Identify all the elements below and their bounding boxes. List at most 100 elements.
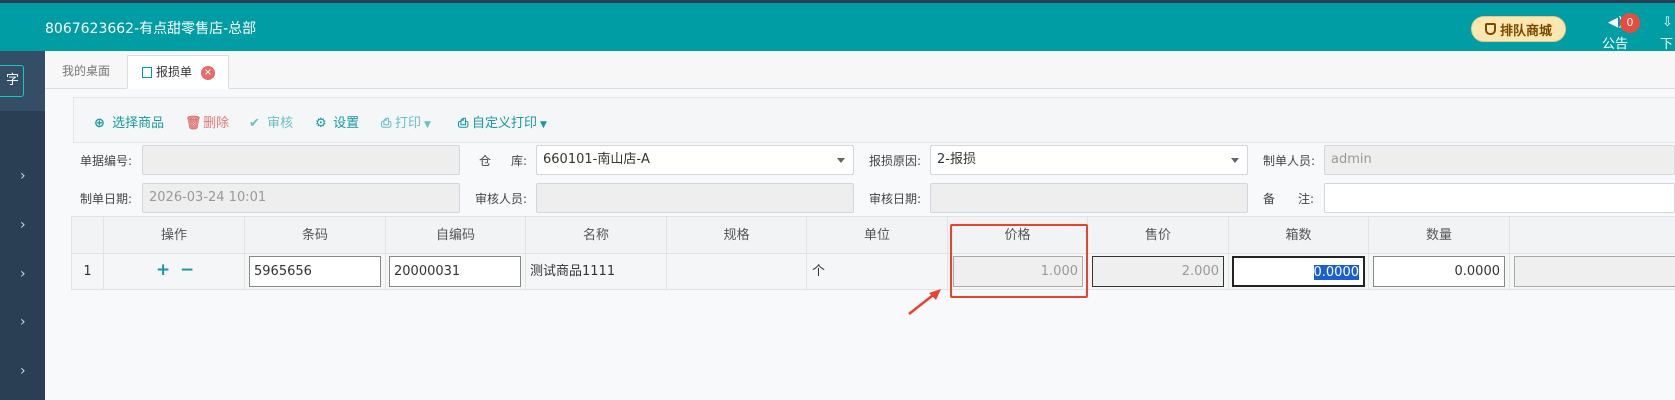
name-cell: 测试商品1111 bbox=[526, 254, 667, 290]
reason-select[interactable]: 2-报损 bbox=[930, 145, 1248, 175]
select-goods-label: 选择商品 bbox=[112, 116, 165, 131]
sale-price-input[interactable]: 2.000 bbox=[1092, 256, 1224, 287]
search-plus-icon: ⊕ bbox=[94, 116, 105, 131]
chevron-down-icon: ▼ bbox=[424, 120, 431, 130]
row-index: 1 bbox=[71, 254, 104, 290]
print-icon: ⎙ bbox=[458, 116, 469, 131]
overflow-cell bbox=[1510, 254, 1675, 290]
notice-button[interactable]: ◀) 0 公告 bbox=[1598, 9, 1640, 52]
check-icon: ✔ bbox=[249, 116, 260, 131]
custom-print-label: 自定义打印 bbox=[472, 116, 538, 131]
main-content: ⊕ 选择商品 🗑 删除 ✔ 审核 ⚙ 设置 ⎙ 打印 ▼ ⎙ 自定义打印 ▼ 单据编号:… bbox=[45, 89, 1675, 400]
remark-label-1: 备 bbox=[1263, 192, 1276, 206]
print-label: 打印 bbox=[395, 116, 422, 131]
column-header: 自编码 bbox=[386, 216, 526, 254]
delete-label: 删除 bbox=[203, 116, 230, 131]
column-header: 操作 bbox=[104, 216, 245, 254]
quantity-cell: 0.0000 bbox=[1369, 254, 1510, 290]
unit-cell: 个 bbox=[807, 254, 948, 290]
auditor-label: 审核人员: bbox=[475, 192, 528, 206]
document-icon bbox=[142, 67, 152, 78]
dropdown-arrow-icon bbox=[1231, 158, 1239, 163]
remove-row-icon[interactable]: − bbox=[180, 260, 194, 280]
top-bar: 8067623662-有点甜零售店-总部 排队商城 ◀) 0 公告 ⇩ 下 bbox=[0, 0, 1675, 52]
sale-price-cell: 2.000 bbox=[1088, 254, 1229, 290]
remark-label-2: 注: bbox=[1298, 192, 1315, 206]
queue-mall-button[interactable]: 排队商城 bbox=[1471, 16, 1566, 42]
audit-button[interactable]: ✔ 审核 bbox=[249, 112, 293, 131]
app-title: 8067623662-有点甜零售店-总部 bbox=[45, 21, 257, 37]
column-header: 规格 bbox=[667, 216, 807, 254]
chevron-down-icon: ▼ bbox=[540, 120, 547, 130]
goods-table: 操作 条码 自编码 名称 规格 单位 价格 售价 箱数 数量 1 + − 596… bbox=[71, 216, 1675, 291]
download-button[interactable]: ⇩ 下 bbox=[1660, 9, 1675, 52]
toolbar: ⊕ 选择商品 🗑 删除 ✔ 审核 ⚙ 设置 ⎙ 打印 ▼ ⎙ 自定义打印 ▼ bbox=[73, 97, 1675, 143]
print-icon: ⎙ bbox=[381, 116, 392, 131]
close-icon[interactable]: × bbox=[201, 66, 215, 80]
chevron-right-icon[interactable]: › bbox=[20, 169, 32, 183]
boxes-cell: 0.0000 bbox=[1229, 254, 1369, 290]
self-code-cell: 20000031 bbox=[386, 254, 526, 290]
download-label: 下 bbox=[1660, 37, 1674, 52]
quantity-input[interactable]: 0.0000 bbox=[1373, 256, 1505, 287]
row-actions-cell: + − bbox=[104, 254, 245, 290]
chevron-right-icon[interactable]: › bbox=[20, 218, 32, 232]
boxes-input[interactable]: 0.0000 bbox=[1232, 256, 1365, 287]
warehouse-label-2: 库: bbox=[511, 154, 528, 168]
tab-label: 报损单 bbox=[156, 65, 193, 79]
remark-field[interactable] bbox=[1324, 183, 1675, 213]
delete-button[interactable]: 🗑 删除 bbox=[185, 112, 229, 131]
warehouse-value: 660101-南山店-A bbox=[543, 152, 650, 167]
date-field[interactable]: 2026-03-24 10:01 bbox=[142, 183, 460, 213]
spec-cell bbox=[667, 254, 807, 290]
column-header: 数量 bbox=[1369, 216, 1510, 254]
audit-date-label: 审核日期: bbox=[869, 192, 922, 206]
reason-value: 2-报损 bbox=[937, 152, 976, 167]
dropdown-arrow-icon bbox=[837, 158, 845, 163]
barcode-cell: 5965656 bbox=[245, 254, 386, 290]
column-header: 售价 bbox=[1088, 216, 1229, 254]
tab-bar: 我的桌面 报损单 × bbox=[45, 51, 1675, 89]
sidebar-top-button[interactable]: 字 bbox=[0, 65, 24, 97]
warehouse-select[interactable]: 660101-南山店-A bbox=[536, 145, 854, 175]
auditor-field[interactable] bbox=[536, 183, 854, 213]
column-header-index bbox=[71, 216, 104, 254]
settings-label: 设置 bbox=[333, 116, 360, 131]
select-goods-button[interactable]: ⊕ 选择商品 bbox=[94, 112, 164, 131]
creator-label: 制单人员: bbox=[1263, 154, 1316, 168]
settings-button[interactable]: ⚙ 设置 bbox=[315, 112, 359, 131]
column-header: 条码 bbox=[245, 216, 386, 254]
trash-icon: 🗑 bbox=[185, 116, 202, 131]
overflow-input[interactable] bbox=[1514, 256, 1675, 287]
column-header: 单位 bbox=[807, 216, 948, 254]
chevron-right-icon[interactable]: › bbox=[20, 315, 32, 329]
warehouse-label-1: 仓 bbox=[479, 154, 492, 168]
chevron-right-icon[interactable]: › bbox=[20, 267, 32, 281]
sidebar: 字 › › › › › bbox=[0, 51, 45, 400]
notice-count-badge: 0 bbox=[1620, 13, 1640, 33]
tab-home[interactable]: 我的桌面 bbox=[55, 55, 117, 89]
shield-icon bbox=[1484, 23, 1496, 35]
boxes-value: 0.0000 bbox=[1313, 265, 1359, 280]
sidebar-top: 字 bbox=[0, 51, 45, 111]
price-column-highlight-box bbox=[950, 224, 1088, 298]
doc-no-field[interactable] bbox=[142, 145, 460, 175]
creator-field[interactable]: admin bbox=[1324, 145, 1675, 175]
gear-icon: ⚙ bbox=[315, 116, 327, 131]
annotation-arrow-icon bbox=[908, 289, 941, 315]
audit-label: 审核 bbox=[267, 116, 294, 131]
audit-date-field[interactable] bbox=[930, 183, 1248, 213]
column-header: 名称 bbox=[526, 216, 667, 254]
doc-no-label: 单据编号: bbox=[80, 154, 133, 168]
column-header-overflow bbox=[1510, 216, 1675, 254]
date-label: 制单日期: bbox=[80, 192, 133, 206]
self-code-input[interactable]: 20000031 bbox=[389, 256, 521, 287]
barcode-input[interactable]: 5965656 bbox=[249, 256, 381, 287]
download-icon: ⇩ bbox=[1662, 15, 1673, 30]
tab-damage-report[interactable]: 报损单 × bbox=[127, 55, 229, 89]
add-row-icon[interactable]: + bbox=[156, 260, 170, 280]
reason-label: 报损原因: bbox=[869, 154, 922, 168]
chevron-right-icon[interactable]: › bbox=[20, 364, 32, 378]
custom-print-button[interactable]: ⎙ 自定义打印 ▼ bbox=[458, 112, 547, 131]
print-button[interactable]: ⎙ 打印 ▼ bbox=[381, 112, 431, 131]
